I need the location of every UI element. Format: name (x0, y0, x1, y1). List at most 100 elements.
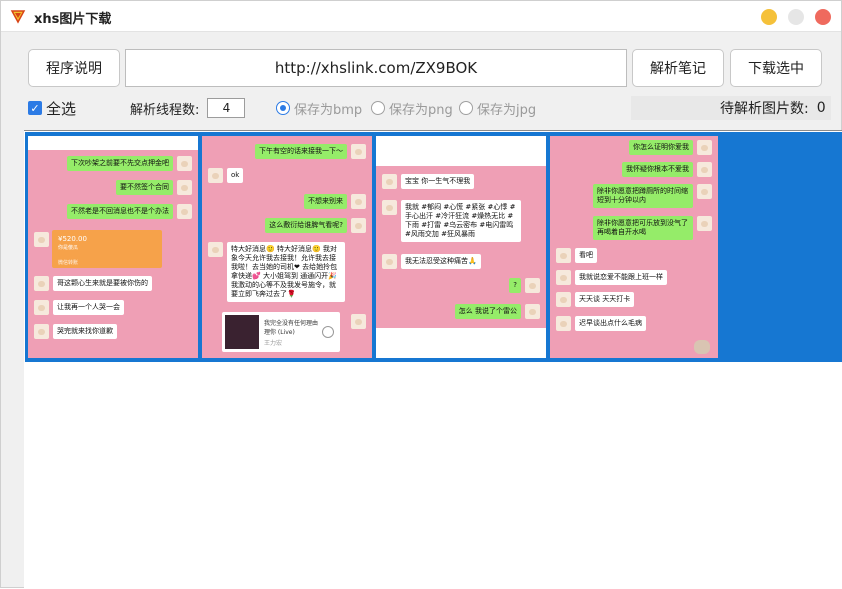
chat-message: 让我再一个人哭一会 (34, 300, 124, 315)
chat-message: 哭完就来找你道歉 (34, 324, 117, 339)
avatar (556, 292, 571, 307)
thumbnail-4[interactable]: 你怎么证明你爱我 我怀疑你根本不爱我 除非你愿意把蹲厕所的时间缩短到十分钟以内 … (550, 136, 718, 358)
threads-input[interactable]: 4 (207, 98, 246, 118)
chat-bubble: 迟早谈出点什么毛病 (575, 316, 646, 331)
chat-screenshot: 宝宝 你一生气不理我 我就 #郁闷 #心慌 #紧张 #心悸 #手心出汗 #冷汗狂… (376, 166, 546, 328)
help-button[interactable]: 程序说明 (28, 49, 120, 87)
save-png-option[interactable]: 保存为png (371, 97, 453, 119)
avatar (525, 304, 540, 319)
chat-message: 我就说恋爱不能跟上班一样 (556, 270, 667, 285)
chat-message: 哥这颗心生来就是要被你伤的 (34, 276, 152, 291)
thumbnail-1[interactable]: 下次吵架之前要不先交点押金吧 要不然签个合同 不然老是不回消息也不是个办法 ¥5… (28, 136, 198, 358)
save-png-radio[interactable] (371, 101, 385, 115)
avatar (351, 144, 366, 159)
save-bmp-option[interactable]: 保存为bmp (276, 97, 362, 119)
chat-message: 这么敷衍给谁脾气看呢? (265, 218, 366, 233)
selection-strip: 下次吵架之前要不先交点押金吧 要不然签个合同 不然老是不回消息也不是个办法 ¥5… (25, 132, 842, 362)
music-card: 我完全没有任何理由理你 (Live) 王力宏 (222, 312, 340, 352)
avatar (556, 316, 571, 331)
chat-screenshot: 下午有空的话来接我一下～ ok 不想来别来 这么敷衍给谁脾气看呢? 特大好消息🙂… (202, 136, 372, 358)
thumbnail-2[interactable]: 下午有空的话来接我一下～ ok 不想来别来 这么敷衍给谁脾气看呢? 特大好消息🙂… (202, 136, 372, 358)
chat-bubble: 让我再一个人哭一会 (53, 300, 124, 315)
avatar (177, 180, 192, 195)
maximize-button[interactable] (788, 9, 804, 25)
threads-setting: 解析线程数: 4 (130, 97, 246, 119)
chat-bubble: 天天谈 天天打卡 (575, 292, 635, 307)
avatar (382, 200, 397, 215)
avatar (382, 174, 397, 189)
threads-label: 解析线程数: (130, 102, 200, 118)
title-bar: xhs图片下载 (1, 1, 841, 32)
chat-message: 宝宝 你一生气不理我 (382, 174, 475, 189)
chat-message: 看吧 (556, 248, 597, 263)
chat-bubble: 特大好消息🙂 特大好消息🙂 我对象今天允许我去接我！允许我去接我啦！去当她的司机… (227, 242, 345, 302)
save-png-label: 保存为png (389, 102, 453, 118)
avatar (177, 204, 192, 219)
chat-bubble: 我就 #郁闷 #心慌 #紧张 #心悸 #手心出汗 #冷汗狂流 #燥热无比 #下雨… (401, 200, 521, 242)
avatar (34, 276, 49, 291)
chat-message (34, 232, 49, 247)
save-jpg-radio[interactable] (459, 101, 473, 115)
chat-bubble: ok (227, 168, 244, 183)
chat-message: 迟早谈出点什么毛病 (556, 316, 646, 331)
window-title: xhs图片下载 (34, 12, 112, 27)
chat-bubble: 除非你愿意把蹲厕所的时间缩短到十分钟以内 (593, 184, 693, 208)
image-gallery[interactable]: 下次吵架之前要不先交点押金吧 要不然签个合同 不然老是不回消息也不是个办法 ¥5… (24, 130, 842, 589)
chat-bubble: 除非你愿意把可乐放到没气了再喝着自开水喝 (593, 216, 693, 240)
bear-sticker-icon (694, 340, 710, 354)
save-bmp-label: 保存为bmp (294, 102, 363, 118)
chat-message: ok (208, 168, 244, 183)
parse-note-button[interactable]: 解析笔记 (632, 49, 724, 87)
avatar (697, 162, 712, 177)
chat-bubble: 我无法忍受这种痛苦🙏 (401, 254, 481, 269)
avatar (208, 168, 223, 183)
chat-bubble: 看吧 (575, 248, 597, 263)
avatar (525, 278, 540, 293)
app-logo-icon (10, 10, 26, 24)
avatar (351, 194, 366, 209)
chat-bubble: 不然老是不回消息也不是个办法 (67, 204, 173, 219)
music-artist: 王力宏 (264, 340, 283, 347)
minimize-button[interactable] (761, 9, 777, 25)
chat-bubble: 我怀疑你根本不爱我 (622, 162, 693, 177)
chat-bubble: 不想来别来 (304, 194, 347, 209)
pending-count: 待解析图片数: 0 (720, 97, 826, 119)
pending-label: 待解析图片数: (720, 101, 809, 117)
avatar (382, 254, 397, 269)
save-bmp-radio[interactable] (276, 101, 290, 115)
avatar (351, 218, 366, 233)
select-all-toggle[interactable]: ✓ 全选 (28, 97, 76, 119)
chat-message: 我怀疑你根本不爱我 (622, 162, 712, 177)
avatar (34, 324, 49, 339)
chat-message: 天天谈 天天打卡 (556, 292, 635, 307)
save-jpg-option[interactable]: 保存为jpg (459, 97, 536, 119)
chat-message: 不想来别来 (304, 194, 366, 209)
transfer-amount: ¥520.00 (58, 235, 87, 243)
close-button[interactable] (815, 9, 831, 25)
thumbnail-3[interactable]: 宝宝 你一生气不理我 我就 #郁闷 #心慌 #紧张 #心悸 #手心出汗 #冷汗狂… (376, 136, 546, 358)
chat-message: 我无法忍受这种痛苦🙏 (382, 254, 481, 269)
avatar (177, 156, 192, 171)
avatar (34, 300, 49, 315)
url-input[interactable]: http://xhslink.com/ZX9BOK (125, 49, 627, 87)
chat-bubble: 这么敷衍给谁脾气看呢? (265, 218, 347, 233)
music-title: 我完全没有任何理由理你 (Live) (264, 320, 319, 336)
chat-message: 除非你愿意把可乐放到没气了再喝着自开水喝 (593, 216, 712, 240)
app-window: xhs图片下载 程序说明 http://xhslink.com/ZX9BOK 解… (0, 0, 842, 589)
chat-message: 下次吵架之前要不先交点押金吧 (67, 156, 192, 171)
chat-bubble: 要不然签个合同 (116, 180, 173, 195)
chat-message: 下午有空的话来接我一下～ (255, 144, 366, 159)
select-all-checkbox[interactable]: ✓ (28, 101, 42, 115)
chat-bubble: 下午有空的话来接我一下～ (255, 144, 347, 159)
download-selected-button[interactable]: 下载选中 (730, 49, 822, 87)
avatar (697, 184, 712, 199)
chat-bubble: ? (509, 278, 521, 293)
chat-message: 除非你愿意把蹲厕所的时间缩短到十分钟以内 (593, 184, 712, 208)
pending-value: 0 (816, 100, 826, 116)
chat-message: 我就 #郁闷 #心慌 #紧张 #心悸 #手心出汗 #冷汗狂流 #燥热无比 #下雨… (382, 200, 521, 242)
avatar (34, 232, 49, 247)
avatar (208, 242, 223, 257)
transfer-status: 你是傻瓜 (58, 245, 79, 251)
avatar (697, 140, 712, 155)
chat-message: 不然老是不回消息也不是个办法 (67, 204, 192, 219)
